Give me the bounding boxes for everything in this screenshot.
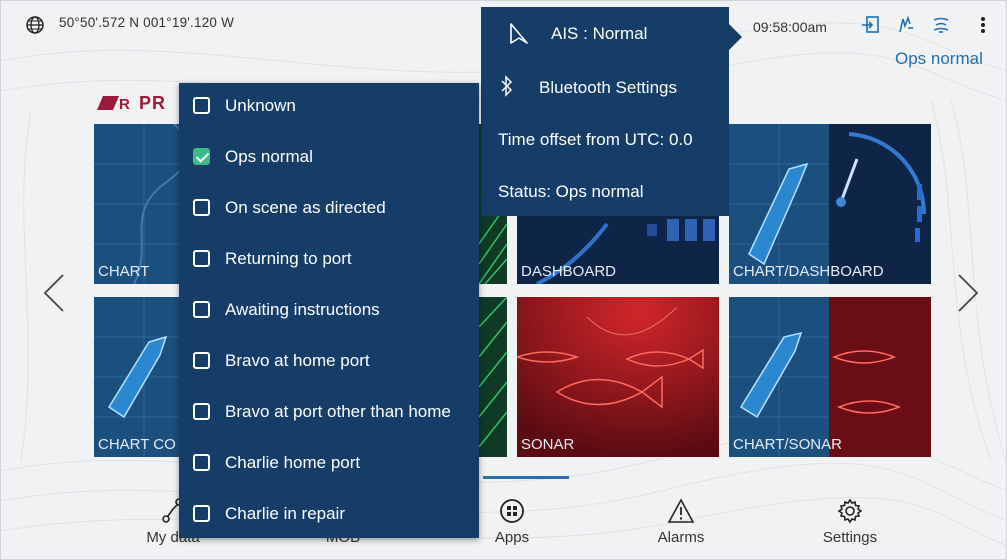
brand-name: PR — [139, 92, 167, 113]
tile-chart-dashboard[interactable]: CHART/DASHBOARD — [729, 124, 931, 284]
status-option-unknown[interactable]: Unknown — [179, 80, 479, 131]
status-checkbox[interactable] — [193, 301, 210, 318]
tile-fishfinder-partial-2[interactable] — [479, 297, 507, 457]
settings-pointer — [728, 23, 742, 51]
status-option-on-scene[interactable]: On scene as directed — [179, 182, 479, 233]
status-option-label: Bravo at home port — [225, 350, 370, 370]
exit-icon[interactable] — [861, 14, 881, 36]
status-option-returning[interactable]: Returning to port — [179, 233, 479, 284]
svg-text:R: R — [119, 96, 130, 111]
status-row[interactable]: Status: Ops normal — [481, 167, 729, 217]
status-option-bravo-other[interactable]: Bravo at port other than home — [179, 386, 479, 437]
status-checkbox[interactable] — [193, 403, 210, 420]
status-option-charlie-repair[interactable]: Charlie in repair — [179, 488, 479, 539]
status-checkbox[interactable] — [193, 199, 210, 216]
status-dropdown-menu: Unknown Ops normal On scene as directed … — [179, 83, 479, 538]
app-screen: 50°50'.572 N 001°19'.120 W 09:58:00am Op… — [0, 0, 1007, 560]
more-menu-icon[interactable] — [973, 14, 993, 36]
clock-time: 09:58:00am — [753, 19, 827, 35]
status-option-awaiting[interactable]: Awaiting instructions — [179, 284, 479, 335]
chart-sonar-thumbnail-icon — [729, 297, 931, 457]
status-option-label: Bravo at port other than home — [225, 401, 451, 421]
bluetooth-settings-label: Bluetooth Settings — [539, 78, 677, 97]
status-label: Status: Ops normal — [498, 182, 644, 201]
status-checkbox[interactable] — [193, 352, 210, 369]
raymarine-logo-icon: R — [97, 96, 130, 111]
dock-alarms[interactable]: Alarms — [631, 496, 731, 546]
status-checkbox[interactable] — [193, 250, 210, 267]
next-page-icon[interactable] — [955, 273, 981, 313]
status-option-label: Awaiting instructions — [225, 299, 380, 319]
ais-icon — [510, 23, 528, 44]
status-settings-panel: AIS : Normal Bluetooth Settings Time off… — [481, 7, 729, 216]
time-offset-row[interactable]: Time offset from UTC: 0.0 — [481, 115, 729, 165]
dock-label: Alarms — [657, 529, 705, 546]
sonar-icon[interactable] — [931, 14, 951, 36]
status-option-bravo-home[interactable]: Bravo at home port — [179, 335, 479, 386]
bluetooth-settings-row[interactable]: Bluetooth Settings — [481, 63, 729, 113]
tile-chart-sonar[interactable]: CHART/SONAR — [729, 297, 931, 457]
status-checkbox[interactable] — [193, 97, 210, 114]
tile-label: CHART CO — [98, 436, 176, 453]
status-option-label: Charlie in repair — [225, 503, 345, 523]
sonar-thumbnail-icon — [479, 297, 507, 448]
dock-label: Settings — [822, 529, 878, 546]
status-option-label: Ops normal — [225, 146, 313, 166]
status-checkbox[interactable] — [193, 505, 210, 522]
apps-icon — [500, 499, 524, 523]
status-checkbox-checked[interactable] — [193, 148, 210, 165]
ops-status-text[interactable]: Ops normal — [895, 49, 983, 69]
tile-label: CHART — [98, 263, 150, 280]
tile-label: CHART/SONAR — [733, 436, 842, 453]
status-checkbox[interactable] — [193, 454, 210, 471]
tile-sonar[interactable]: SONAR — [517, 297, 719, 457]
chart-dashboard-thumbnail-icon — [729, 124, 931, 284]
globe-icon[interactable] — [25, 15, 45, 35]
tile-label: CHART/DASHBOARD — [733, 263, 884, 280]
waypoint-icon[interactable] — [896, 14, 916, 36]
page-indicator — [483, 476, 569, 479]
settings-notch — [479, 187, 491, 211]
status-option-charlie-home[interactable]: Charlie home port — [179, 437, 479, 488]
ais-label: AIS : Normal — [551, 24, 648, 43]
tile-label: DASHBOARD — [521, 263, 617, 280]
gps-coordinates: 50°50'.572 N 001°19'.120 W — [59, 15, 235, 30]
status-option-ops-normal[interactable]: Ops normal — [179, 131, 479, 182]
status-option-label: Unknown — [225, 95, 296, 115]
alarm-icon — [667, 498, 695, 523]
status-option-label: On scene as directed — [225, 197, 386, 217]
time-offset-label: Time offset from UTC: 0.0 — [498, 130, 693, 149]
status-option-label: Charlie home port — [225, 452, 361, 472]
status-option-label: Returning to port — [225, 248, 352, 268]
ais-row[interactable]: AIS : Normal — [481, 7, 729, 59]
bluetooth-icon — [501, 75, 513, 97]
brand-logo: R PR — [97, 93, 166, 113]
sonar-fish-thumbnail-icon — [517, 297, 719, 457]
tile-label: SONAR — [521, 436, 575, 453]
previous-page-icon[interactable] — [41, 273, 67, 313]
gear-icon — [837, 498, 863, 524]
dock-settings[interactable]: Settings — [800, 496, 900, 546]
